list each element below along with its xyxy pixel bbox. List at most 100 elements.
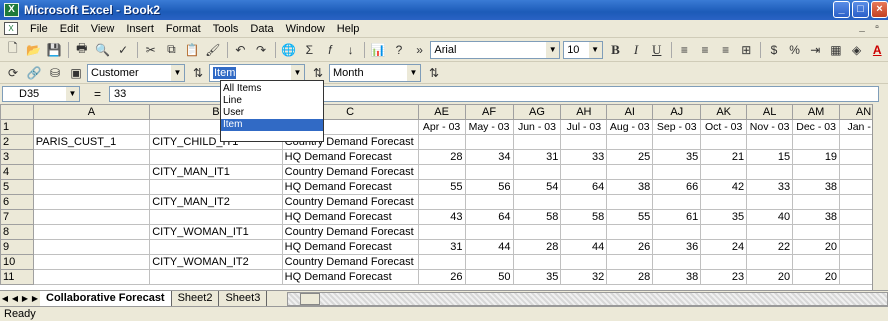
font-size-combo[interactable]: 10 ▼ <box>563 40 603 59</box>
measure-cell[interactable]: Country Demand Forecast <box>281 194 419 210</box>
value-cell[interactable]: 24 <box>700 239 748 255</box>
value-cell[interactable] <box>417 164 466 180</box>
underline-icon[interactable]: U <box>647 40 667 60</box>
value-cell[interactable]: 19 <box>792 149 841 165</box>
value-cell[interactable] <box>792 224 841 240</box>
value-cell[interactable] <box>700 134 748 150</box>
function-icon[interactable]: f <box>320 40 340 60</box>
spelling-icon[interactable]: ✓ <box>113 40 133 60</box>
value-cell[interactable]: 42 <box>700 179 748 195</box>
toolbar-options-icon[interactable]: » <box>410 40 430 60</box>
row-header[interactable]: 6 <box>0 194 34 210</box>
select-all[interactable] <box>0 104 34 120</box>
column-header[interactable]: AH <box>560 104 608 120</box>
value-cell[interactable] <box>417 224 466 240</box>
value-cell[interactable] <box>606 134 654 150</box>
value-cell[interactable]: 28 <box>512 239 562 255</box>
pivot-icon[interactable]: ⇅ <box>424 63 444 83</box>
value-cell[interactable] <box>417 134 466 150</box>
month-header-cell[interactable]: Sep - 03 <box>652 119 702 135</box>
row-header[interactable]: 5 <box>0 179 34 195</box>
customer-cell[interactable] <box>32 149 151 165</box>
menu-format[interactable]: Format <box>160 23 207 35</box>
close-icon[interactable]: × <box>871 1 888 18</box>
sheet-tab-collaborative-forecast[interactable]: Collaborative Forecast <box>40 291 172 306</box>
value-cell[interactable]: 55 <box>606 209 654 225</box>
value-cell[interactable]: 22 <box>746 239 794 255</box>
item-dimension-combo[interactable]: Item ▼ <box>209 63 305 82</box>
pivot-icon[interactable]: ⇅ <box>188 63 208 83</box>
measure-cell[interactable]: HQ Demand Forecast <box>281 209 419 225</box>
redo-icon[interactable]: ↷ <box>251 40 271 60</box>
item-cell[interactable] <box>149 239 283 255</box>
italic-icon[interactable]: I <box>626 40 646 60</box>
value-cell[interactable] <box>560 134 608 150</box>
customer-cell[interactable] <box>32 254 151 270</box>
customer-cell[interactable] <box>32 224 151 240</box>
value-cell[interactable]: 20 <box>792 269 841 285</box>
minimize-icon[interactable]: _ <box>833 1 850 18</box>
doc-minimize-icon[interactable]: _ <box>855 22 869 35</box>
workbook-icon[interactable]: X <box>4 22 18 35</box>
measure-cell[interactable]: Country Demand Forecast <box>281 164 419 180</box>
column-header[interactable]: AE <box>417 104 466 120</box>
horizontal-scrollbar[interactable] <box>287 291 888 306</box>
measure-cell[interactable]: HQ Demand Forecast <box>281 149 419 165</box>
value-cell[interactable] <box>560 194 608 210</box>
menu-edit[interactable]: Edit <box>54 23 85 35</box>
align-left-icon[interactable]: ≡ <box>675 40 695 60</box>
cell[interactable] <box>32 119 151 135</box>
value-cell[interactable] <box>746 194 794 210</box>
value-cell[interactable] <box>512 164 562 180</box>
value-cell[interactable]: 25 <box>606 149 654 165</box>
month-header-cell[interactable]: Nov - 03 <box>746 119 794 135</box>
percent-icon[interactable]: % <box>785 40 805 60</box>
align-center-icon[interactable]: ≡ <box>695 40 715 60</box>
month-dimension-combo[interactable]: Month ▼ <box>329 63 421 82</box>
value-cell[interactable]: 28 <box>417 149 466 165</box>
value-cell[interactable] <box>700 194 748 210</box>
row-header[interactable]: 2 <box>0 134 34 150</box>
customer-cell[interactable] <box>32 269 151 285</box>
maximize-icon[interactable]: □ <box>852 1 869 18</box>
value-cell[interactable] <box>700 254 748 270</box>
column-header[interactable]: AF <box>464 104 514 120</box>
column-header[interactable]: AI <box>606 104 654 120</box>
column-header[interactable]: AJ <box>652 104 702 120</box>
autosum-icon[interactable]: Σ <box>299 40 319 60</box>
value-cell[interactable] <box>652 164 702 180</box>
row-header[interactable]: 9 <box>0 239 34 255</box>
customer-cell[interactable] <box>32 179 151 195</box>
chart-wizard-icon[interactable]: 📊 <box>368 40 388 60</box>
value-cell[interactable]: 38 <box>792 209 841 225</box>
value-cell[interactable]: 26 <box>606 239 654 255</box>
menu-insert[interactable]: Insert <box>120 23 160 35</box>
value-cell[interactable]: 66 <box>652 179 702 195</box>
row-header[interactable]: 8 <box>0 224 34 240</box>
value-cell[interactable] <box>560 224 608 240</box>
value-cell[interactable] <box>464 224 514 240</box>
value-cell[interactable] <box>417 194 466 210</box>
refresh-icon[interactable]: ⟳ <box>3 63 23 83</box>
item-cell[interactable]: CITY_MAN_IT2 <box>149 194 283 210</box>
dropdown-option[interactable]: All Items <box>221 83 323 95</box>
open-icon[interactable]: 📂 <box>24 40 44 60</box>
dimension-icon[interactable]: ▣ <box>66 63 86 83</box>
help-icon[interactable]: ? <box>389 40 409 60</box>
last-sheet-icon[interactable]: ▶ <box>30 294 40 303</box>
value-cell[interactable]: 38 <box>652 269 702 285</box>
customer-cell[interactable] <box>32 239 151 255</box>
cut-icon[interactable]: ✂ <box>141 40 161 60</box>
chevron-down-icon[interactable]: ▼ <box>291 64 304 81</box>
row-header[interactable]: 3 <box>0 149 34 165</box>
value-cell[interactable]: 54 <box>512 179 562 195</box>
measure-cell[interactable]: Country Demand Forecast <box>281 254 419 270</box>
item-cell[interactable] <box>149 209 283 225</box>
value-cell[interactable] <box>464 164 514 180</box>
value-cell[interactable]: 61 <box>652 209 702 225</box>
value-cell[interactable]: 35 <box>652 149 702 165</box>
value-cell[interactable] <box>606 164 654 180</box>
value-cell[interactable] <box>746 254 794 270</box>
value-cell[interactable]: 55 <box>417 179 466 195</box>
value-cell[interactable] <box>512 194 562 210</box>
